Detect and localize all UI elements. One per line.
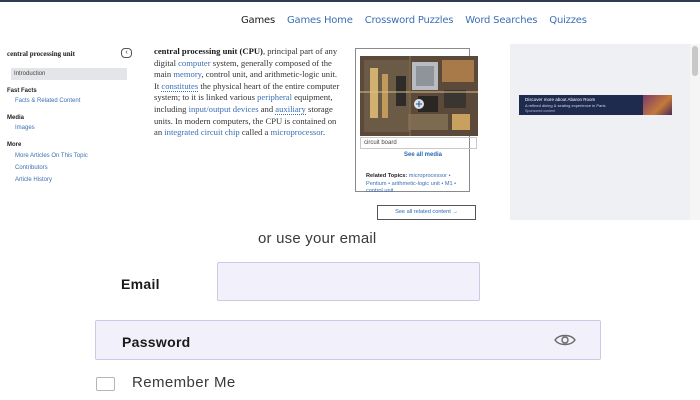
related-topics: Related Topics: microprocessor • Pentium… [366,173,470,196]
nav-link-games[interactable]: Games [241,15,275,26]
link-integrated-circuit-chip[interactable]: integrated circuit chip [164,127,239,137]
password-field[interactable]: Password [95,320,601,360]
article-paragraph: central processing unit (CPU), principal… [154,46,344,139]
sidebar-section-more: More [7,142,22,148]
sidebar-item-facts[interactable]: Facts & Related Content [15,98,80,104]
media-card: circuit board See all media Related Topi… [355,48,478,194]
sidebar-item-contributors[interactable]: Contributors [15,165,48,171]
link-computer[interactable]: computer [178,58,210,68]
remember-me-checkbox[interactable] [96,377,115,391]
nav-link-crossword-puzzles[interactable]: Crossword Puzzles [365,15,454,26]
ad-banner[interactable]: Discover more about Abaron Room A refine… [519,95,672,115]
ad-line-2: A refined dining & seating experience in… [525,103,606,108]
eye-icon[interactable] [554,333,576,347]
link-input-output-devices[interactable]: input/output devices [189,104,259,114]
sidebar-item-images[interactable]: Images [15,125,35,131]
link-peripheral[interactable]: peripheral [257,92,292,102]
password-label: Password [122,334,191,350]
nav-link-games-home[interactable]: Games Home [287,15,353,26]
link-constitutes[interactable]: constitutes [161,80,199,92]
link-microprocessor[interactable]: microprocessor [270,127,323,137]
ad-image [643,95,672,115]
article-lead-term: central processing unit (CPU) [154,46,263,56]
nav-link-quizzes[interactable]: Quizzes [549,15,587,26]
ad-line-3: Sponsored content [525,109,556,113]
top-nav-links: Games Games Home Crossword Puzzles Word … [241,15,587,26]
sidebar-section-fast-facts: Fast Facts [7,88,37,94]
article-text-segment: . [322,127,326,138]
top-nav: Games Games Home Crossword Puzzles Word … [0,0,700,44]
email-field[interactable] [217,262,480,301]
media-caption: circuit board [360,137,477,149]
circuit-board-image[interactable] [360,56,478,136]
article-body: central processing unit (CPU), principal… [143,44,348,220]
sidebar-title: central processing unit [7,50,75,58]
link-memory[interactable]: memory [173,69,201,79]
sidebar-item-article-history[interactable]: Article History [15,177,52,183]
article-text-segment: and [258,103,276,114]
sidebar-item-introduction[interactable]: Introduction [11,68,127,80]
remember-me-label[interactable]: Remember Me [132,374,236,391]
email-label: Email [121,276,160,292]
related-topics-label: Related Topics: [366,173,408,179]
link-auxiliary[interactable]: auxiliary [275,103,306,115]
chevron-left-icon[interactable]: ‹ [121,48,132,58]
sidebar-item-more-articles[interactable]: More Articles On This Topic [15,153,88,159]
see-all-media-link[interactable]: See all media [404,152,442,158]
sidebar-section-media: Media [7,115,25,121]
media-column: circuit board See all media Related Topi… [348,44,510,220]
article-text-segment: called a [239,127,271,138]
article-sidebar: central processing unit ‹ Introduction F… [0,44,143,220]
ad-line-1: Discover more about Abaron Room [525,97,596,102]
or-use-email-text: or use your email [258,230,377,247]
article-area: central processing unit ‹ Introduction F… [0,44,700,220]
scrollbar-thumb[interactable] [692,46,698,76]
nav-link-word-searches[interactable]: Word Searches [465,15,537,26]
see-all-related-button[interactable]: See all related content → [377,205,476,220]
